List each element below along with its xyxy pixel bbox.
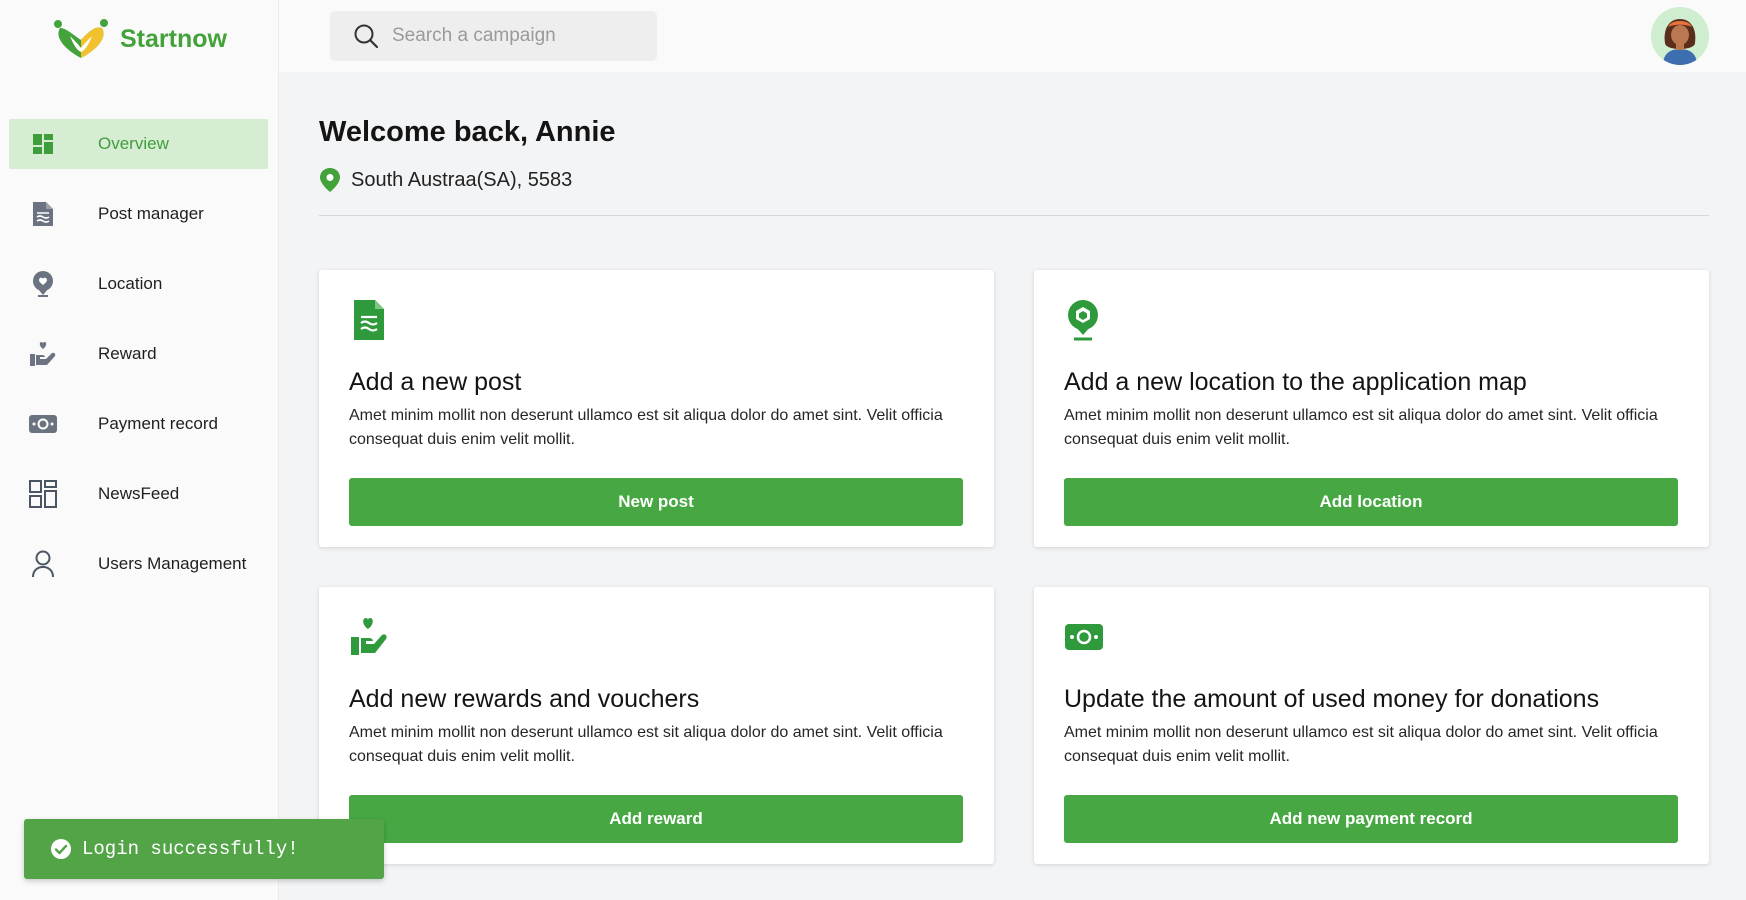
sidebar-item-label: Overview (98, 134, 169, 153)
add-payment-record-button[interactable]: Add new payment record (1064, 795, 1678, 843)
sidebar-item-label: Post manager (98, 204, 204, 223)
page-title: Welcome back, Annie (319, 116, 616, 148)
money-icon (1065, 624, 1103, 650)
card-title: Add a new location to the application ma… (1064, 368, 1527, 396)
divider (319, 215, 1709, 216)
search-box[interactable] (330, 11, 657, 61)
dashboard-icon (27, 128, 59, 160)
card-title: Update the amount of used money for dona… (1064, 685, 1600, 713)
sidebar-item-label: Users Management (98, 554, 247, 573)
sidebar-item-reward[interactable]: Reward (9, 329, 268, 379)
sidebar: Startnow Overview Post manager Location … (0, 0, 279, 900)
sidebar-item-overview[interactable]: Overview (9, 119, 268, 169)
sidebar-item-label: Reward (98, 344, 157, 363)
avatar[interactable] (1651, 7, 1709, 65)
card-add-location: Add a new location to the application ma… (1034, 270, 1709, 547)
card-new-post: Add a new post Amet minim mollit non des… (319, 270, 994, 547)
sidebar-item-users-management[interactable]: Users Management (9, 539, 268, 589)
card-description: Amet minim mollit non deserunt ullamco e… (349, 724, 943, 765)
document-icon (27, 198, 59, 230)
card-description: Amet minim mollit non deserunt ullamco e… (1064, 724, 1658, 765)
card-description: Amet minim mollit non deserunt ullamco e… (1064, 407, 1658, 448)
main-content: Welcome back, Annie South Austraa(SA), 5… (319, 100, 1709, 216)
location-pin-icon (1068, 300, 1098, 341)
sidebar-item-newsfeed[interactable]: NewsFeed (9, 469, 268, 519)
sidebar-item-location[interactable]: Location (9, 259, 268, 309)
location-pin-icon (27, 268, 59, 300)
hand-heart-icon (351, 618, 387, 655)
hand-heart-icon (27, 338, 59, 370)
card-description: Amet minim mollit non deserunt ullamco e… (349, 407, 943, 448)
sidebar-nav: Overview Post manager Location Reward Pa… (9, 119, 268, 609)
toast-message: Login successfully! (82, 838, 299, 860)
add-location-button[interactable]: Add location (1064, 478, 1678, 526)
app-name: Startnow (120, 24, 227, 53)
card-title: Add a new post (349, 368, 522, 396)
add-reward-button[interactable]: Add reward (349, 795, 963, 843)
check-circle-icon (51, 839, 71, 859)
user-avatar-icon (1651, 7, 1709, 65)
heart-logo-icon (54, 19, 108, 58)
map-pin-icon (320, 168, 340, 192)
sidebar-item-label: NewsFeed (98, 484, 180, 503)
card-title: Add new rewards and vouchers (349, 685, 700, 713)
location-row: South Austraa(SA), 5583 (319, 167, 1709, 193)
logo[interactable]: Startnow (52, 18, 227, 60)
top-bar (279, 0, 1746, 72)
sidebar-item-payment-record[interactable]: Payment record (9, 399, 268, 449)
location-text: South Austraa(SA), 5583 (351, 168, 573, 191)
toast-notification[interactable]: Login successfully! (24, 819, 384, 879)
document-icon (354, 300, 384, 340)
card-payment-record: Update the amount of used money for dona… (1034, 587, 1709, 864)
search-icon (354, 24, 379, 49)
sidebar-item-post-manager[interactable]: Post manager (9, 189, 268, 239)
sidebar-item-label: Location (98, 274, 163, 293)
search-input[interactable] (392, 25, 632, 47)
money-icon (27, 408, 59, 440)
card-add-reward: Add new rewards and vouchers Amet minim … (319, 587, 994, 864)
newsfeed-icon (27, 478, 59, 510)
sidebar-item-label: Payment record (98, 414, 218, 433)
new-post-button[interactable]: New post (349, 478, 963, 526)
user-icon (27, 548, 59, 580)
